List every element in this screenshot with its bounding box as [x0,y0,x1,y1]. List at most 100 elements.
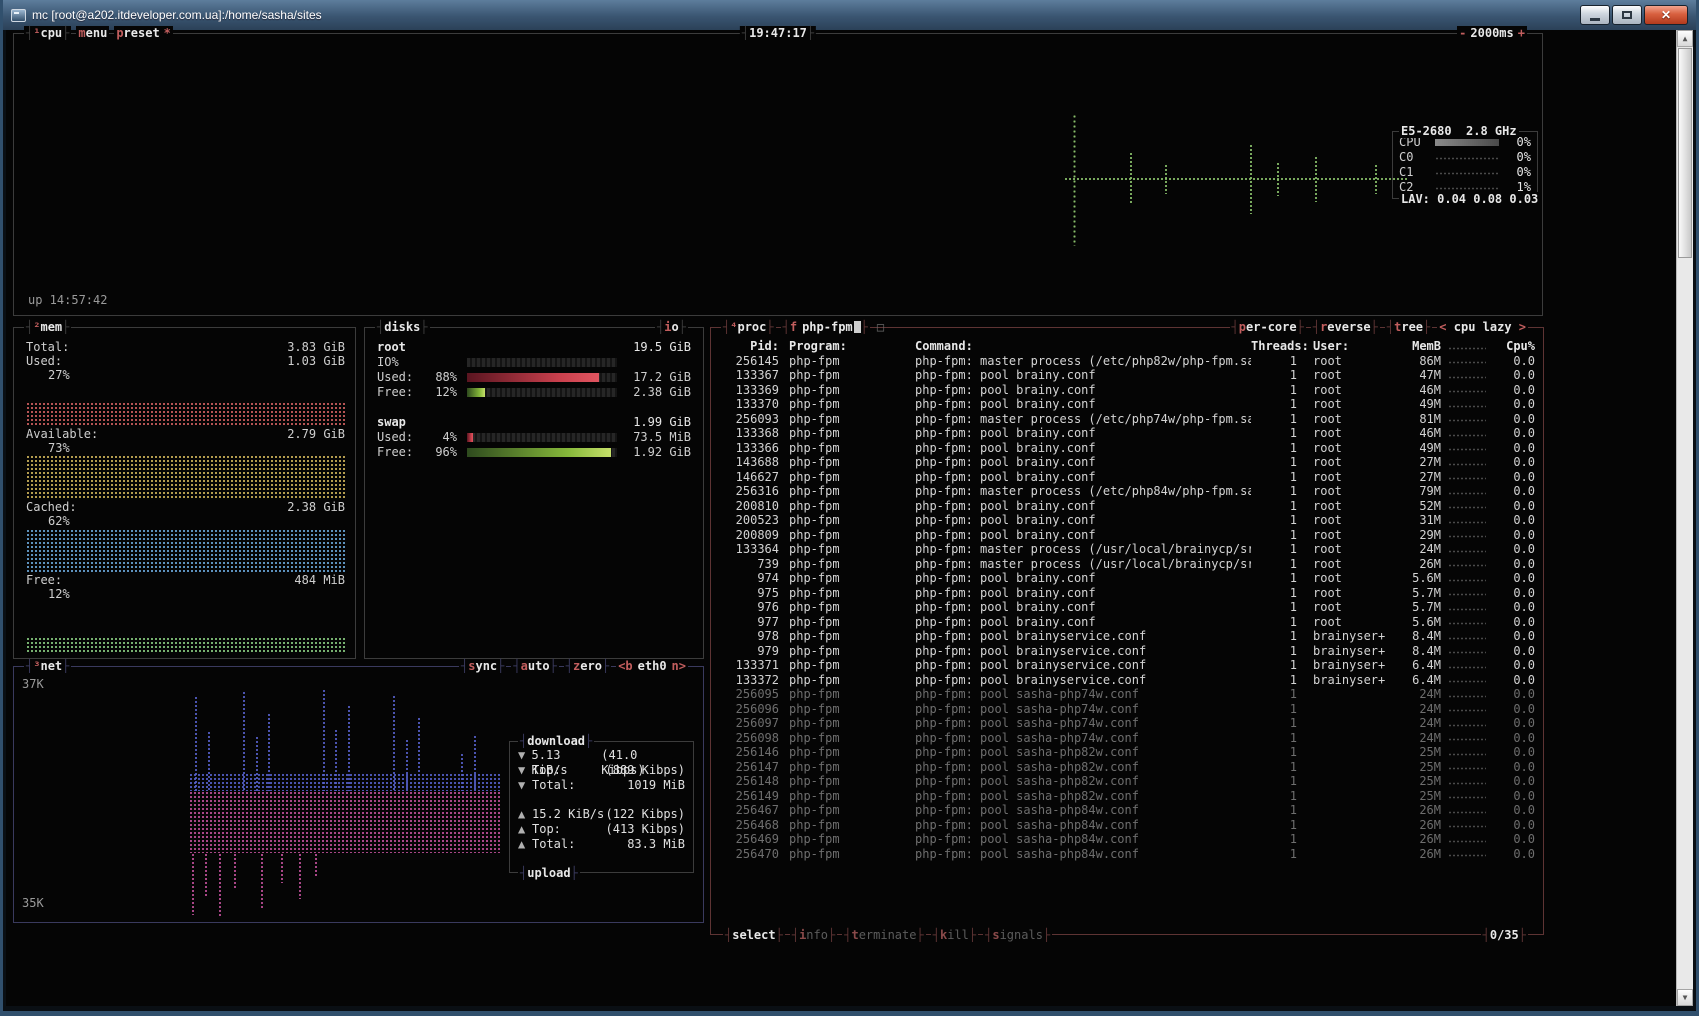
titlebar[interactable]: mc [root@a202.itdeveloper.com.ua]:/home/… [3,0,1696,30]
sort-next-button[interactable]: > [1519,320,1526,334]
process-row[interactable]: 256098 php-fpm php-fpm: pool sasha-php74… [719,731,1537,746]
process-pid: 256145 [719,354,779,369]
process-row[interactable]: 133370 php-fpm php-fpm: pool brainy.conf… [719,397,1537,412]
interval-plus-button[interactable]: + [1518,26,1525,40]
header-threads[interactable]: Threads: [1251,339,1297,354]
process-row[interactable]: 256316 php-fpm php-fpm: master process (… [719,484,1537,499]
memory-box-title[interactable]: ┤²mem├ [24,320,71,334]
process-cpu: 0.0 [1493,470,1537,485]
clock: ┤19:47:17├ [740,26,816,40]
process-row[interactable]: 133368 php-fpm php-fpm: pool brainy.conf… [719,426,1537,441]
interval-control: -2000ms+ [1457,26,1527,40]
minimize-button[interactable] [1580,5,1610,25]
header-program[interactable]: Program: [779,339,909,354]
proc-option-button[interactable]: ┤reverse├ [1311,320,1380,334]
process-row[interactable]: 974 php-fpm php-fpm: pool brainy.conf 1 … [719,571,1537,586]
io-toggle-button[interactable]: ┤io├ [655,320,688,334]
process-row[interactable]: 133367 php-fpm php-fpm: pool brainy.conf… [719,368,1537,383]
network-box-title[interactable]: ┤³net├ [24,659,71,673]
process-row[interactable]: 256097 php-fpm php-fpm: pool sasha-php74… [719,716,1537,731]
header-user[interactable]: User: [1297,339,1397,354]
process-threads: 1 [1251,832,1297,847]
process-row[interactable]: 739 php-fpm php-fpm: master process (/us… [719,557,1537,572]
process-row[interactable]: 200810 php-fpm php-fpm: pool brainy.conf… [719,499,1537,514]
process-row[interactable]: 256146 php-fpm php-fpm: pool sasha-php82… [719,745,1537,760]
process-row[interactable]: 256467 php-fpm php-fpm: pool sasha-php84… [719,803,1537,818]
process-mem: 79M [1397,484,1441,499]
header-command[interactable]: Command: [909,339,1251,354]
process-row[interactable]: 256095 php-fpm php-fpm: pool sasha-php74… [719,687,1537,702]
process-row[interactable]: 256096 php-fpm php-fpm: pool sasha-php74… [719,702,1537,717]
upload-stat-value: (413 Kibps) [606,822,685,837]
header-memb[interactable]: MemB [1397,339,1441,354]
net-toggle-button[interactable]: ┤sync├ [459,659,506,673]
header-cpu[interactable]: Cpu% [1493,339,1537,354]
process-cpu: 0.0 [1493,818,1537,833]
process-user: root [1297,368,1397,383]
sort-prev-button[interactable]: < [1439,320,1446,334]
process-pid: 133370 [719,397,779,412]
process-row[interactable]: 133366 php-fpm php-fpm: pool brainy.conf… [719,441,1537,456]
process-row[interactable]: 256148 php-fpm php-fpm: pool sasha-php82… [719,774,1537,789]
process-row[interactable]: 256149 php-fpm php-fpm: pool sasha-php82… [719,789,1537,804]
process-box-title[interactable]: ┤⁴proc├ [721,320,776,334]
process-table-header[interactable]: Pid: Program: Command: Threads: User: Me… [719,339,1537,354]
process-row[interactable]: 256468 php-fpm php-fpm: pool sasha-php84… [719,818,1537,833]
process-row[interactable]: 979 php-fpm php-fpm: pool brainyservice.… [719,644,1537,659]
process-mem: 46M [1397,426,1441,441]
process-row[interactable]: 133371 php-fpm php-fpm: pool brainyservi… [719,658,1537,673]
scroll-thumb[interactable] [1678,48,1692,258]
process-pid: 256470 [719,847,779,862]
process-row[interactable]: 133372 php-fpm php-fpm: pool brainyservi… [719,673,1537,688]
process-row[interactable]: 256147 php-fpm php-fpm: pool sasha-php82… [719,760,1537,775]
scroll-up-button[interactable]: ▲ [1677,30,1693,47]
process-row[interactable]: 200523 php-fpm php-fpm: pool brainy.conf… [719,513,1537,528]
proc-option-button[interactable]: ┤tree├ [1385,320,1432,334]
process-memgraph [1441,557,1493,572]
proc-footer-button[interactable]: ┤terminate├ [842,928,926,942]
header-memgraph-spacer [1441,339,1493,354]
proc-footer-button[interactable]: ┤info├ [790,928,837,942]
process-mem: 5.6M [1397,571,1441,586]
process-threads: 1 [1251,629,1297,644]
filter-input[interactable]: ┤fphp-fpm├ [781,320,870,334]
scroll-down-button[interactable]: ▼ [1677,989,1693,1006]
maximize-button[interactable] [1612,5,1642,25]
process-row[interactable]: 143688 php-fpm php-fpm: pool brainy.conf… [719,455,1537,470]
download-stat-label: Top: [532,763,561,778]
process-row[interactable]: 256469 php-fpm php-fpm: pool sasha-php84… [719,832,1537,847]
process-row[interactable]: 978 php-fpm php-fpm: pool brainyservice.… [719,629,1537,644]
process-row[interactable]: 200809 php-fpm php-fpm: pool brainy.conf… [719,528,1537,543]
process-row[interactable]: 256093 php-fpm php-fpm: master process (… [719,412,1537,427]
process-row[interactable]: 256145 php-fpm php-fpm: master process (… [719,354,1537,369]
net-toggle-button[interactable]: ┤zero├ [564,659,611,673]
process-mem: 24M [1397,731,1441,746]
process-row[interactable]: 133369 php-fpm php-fpm: pool brainy.conf… [719,383,1537,398]
filter-clear-icon[interactable]: □ [877,320,884,334]
process-row[interactable]: 146627 php-fpm php-fpm: pool brainy.conf… [719,470,1537,485]
bracket: ├ [62,320,69,334]
proc-option-button[interactable]: ┤per-core├ [1230,320,1306,334]
process-row[interactable]: 975 php-fpm php-fpm: pool brainy.conf 1 … [719,586,1537,601]
net-device-prev-button[interactable]: <b [618,659,632,673]
process-command: php-fpm: pool brainy.conf [909,586,1251,601]
menu-button[interactable]: menu [76,26,109,40]
cpu-box-title[interactable]: ┤¹cpu├ [24,26,71,40]
process-row[interactable]: 977 php-fpm php-fpm: pool brainy.conf 1 … [719,615,1537,630]
scrollbar[interactable]: ▲ ▼ [1676,30,1693,1006]
proc-footer-button[interactable]: ┤signals├ [983,928,1052,942]
process-row[interactable]: 256470 php-fpm php-fpm: pool sasha-php84… [719,847,1537,862]
process-row[interactable]: 976 php-fpm php-fpm: pool brainy.conf 1 … [719,600,1537,615]
process-cpu: 0.0 [1493,673,1537,688]
header-pid[interactable]: Pid: [719,339,779,354]
process-row[interactable]: 133364 php-fpm php-fpm: master process (… [719,542,1537,557]
proc-footer-button[interactable]: ┤kill├ [931,928,978,942]
preset-button[interactable]: preset* [114,26,173,40]
net-toggle-button[interactable]: ┤auto├ [511,659,558,673]
bracket: ├ [1519,928,1526,942]
interval-minus-button[interactable]: - [1459,26,1466,40]
net-device-next-button[interactable]: n> [672,659,686,673]
close-button[interactable]: ✕ [1644,5,1688,25]
process-threads: 1 [1251,557,1297,572]
proc-footer-button[interactable]: ┤select├ [723,928,785,942]
